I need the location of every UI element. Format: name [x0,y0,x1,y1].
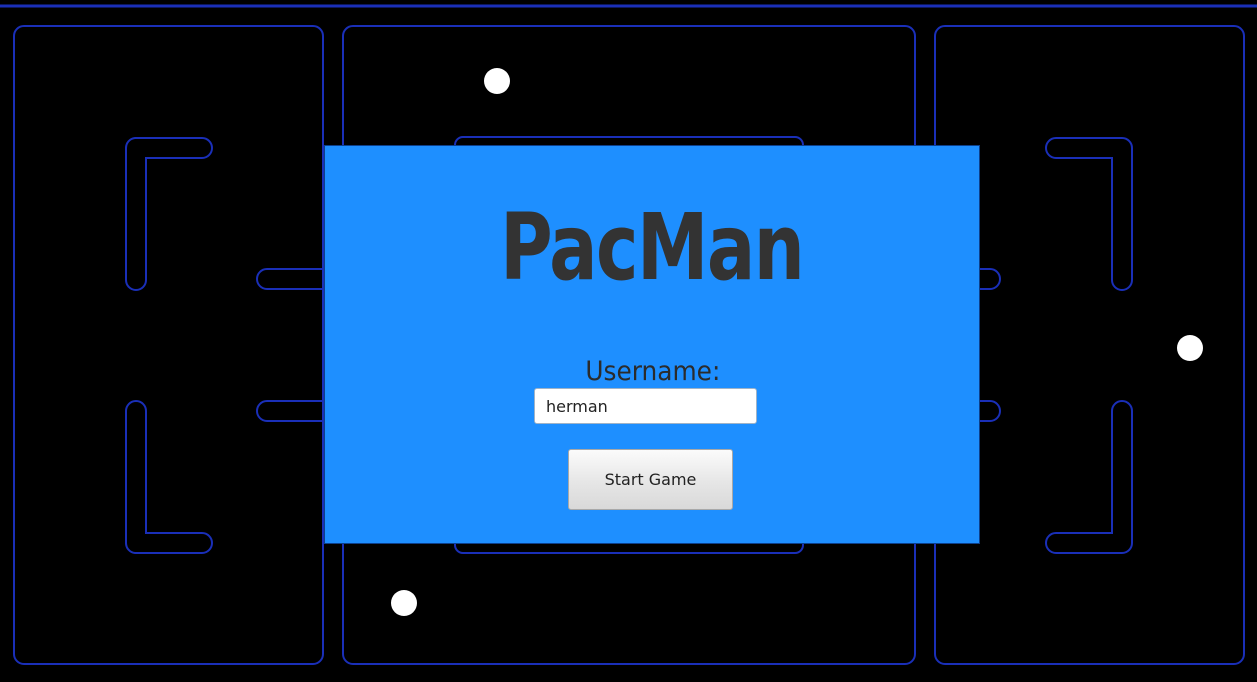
maze-wall-left-upper [124,137,213,291]
power-pellet [1177,335,1203,361]
power-pellet [391,590,417,616]
username-label: Username: [585,356,721,387]
power-pellet [484,68,510,94]
start-game-button[interactable]: Start Game [568,449,733,510]
username-input[interactable] [534,388,757,424]
game-title: PacMan [500,194,805,301]
maze-wall-right-lower [1045,400,1133,554]
maze-wall-left-lower [124,400,213,554]
maze-block-left [13,25,324,665]
login-dialog: PacMan Username: Start Game [324,145,980,544]
maze-wall-right-upper [1045,137,1133,291]
